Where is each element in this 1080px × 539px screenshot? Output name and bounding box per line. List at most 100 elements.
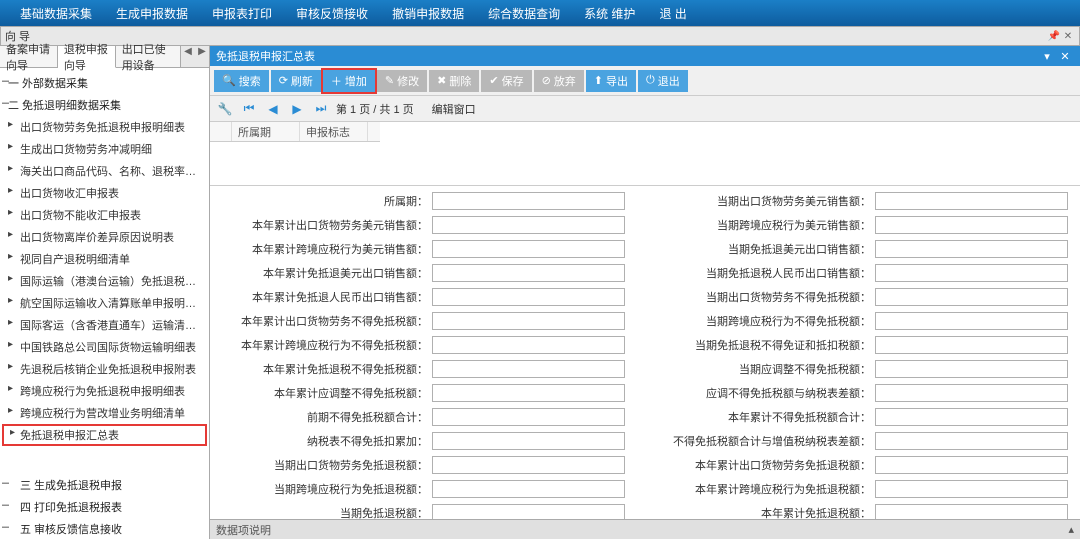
footer-bar: 数据项说明 ▴ [210,519,1080,539]
wrench-icon[interactable]: 🔧 [216,100,234,118]
first-page-icon[interactable]: ⏮ [240,100,258,118]
form-label: 当期免抵退税人民币出口销售额： [665,265,875,281]
grid-header: 所属期 申报标志 [210,122,380,142]
menu-item[interactable]: 系统 维护 [572,5,647,22]
tree-item[interactable]: 出口货物收汇申报表 [2,182,207,204]
close-icon[interactable]: ✕ [1056,50,1074,63]
form-input[interactable] [875,384,1068,402]
grid-col[interactable]: 所属期 [232,122,300,141]
tree-item[interactable]: 海关出口商品代码、名称、退税率调整对应表 [2,160,207,182]
menu-item[interactable]: 撤销申报数据 [380,5,476,22]
form-input[interactable] [432,384,625,402]
tree-group[interactable]: 三 生成免抵退税申报 [2,474,207,496]
tab-prev-icon[interactable]: ◀ [181,46,195,67]
tree-item[interactable]: 先退税后核销企业免抵退税申报附表 [2,358,207,380]
form-row: 本年累计免抵退税不得免抵税额： [222,358,625,380]
export-icon: ⬆ [594,74,603,87]
form-input[interactable] [432,192,625,210]
menu-item[interactable]: 综合数据查询 [476,5,572,22]
menu-item[interactable]: 退 出 [647,5,698,22]
menu-item[interactable]: 基础数据采集 [8,5,104,22]
form-label: 所属期： [222,193,432,209]
form-input[interactable] [432,360,625,378]
tree-item[interactable]: 国际运输（港澳台运输）免抵退税申报明细表 [2,270,207,292]
form-row: 本年累计跨境应税行为不得免抵税额： [222,334,625,356]
tab[interactable]: 退税申报向导 [58,46,116,68]
form-label: 当期出口货物劳务美元销售额： [665,193,875,209]
edit-window-label: 编辑窗口 [432,101,476,117]
close-icon[interactable]: ✕ [1061,29,1075,43]
form-input[interactable] [875,240,1068,258]
form-input[interactable] [432,312,625,330]
refresh-button[interactable]: ⟳刷新 [271,70,321,92]
form-row: 本年累计跨境应税行为美元销售额： [222,238,625,260]
form-input[interactable] [875,336,1068,354]
tree-item-summary[interactable]: 免抵退税申报汇总表 [2,424,207,446]
content-title: 免抵退税申报汇总表 [216,48,1038,64]
form-input[interactable] [875,288,1068,306]
form-row: 本年累计出口货物劳务美元销售额： [222,214,625,236]
form-row: 本年累计不得免抵税额合计： [665,406,1068,428]
form-input[interactable] [432,480,625,498]
tree-item[interactable]: 国际客运（含香港直通车）运输清算组件明细表 [2,314,207,336]
menu-item[interactable]: 申报表打印 [200,5,284,22]
minimize-icon[interactable]: ▾ [1038,50,1056,63]
tree-group[interactable]: 五 审核反馈信息接收 [2,518,207,539]
tree-group[interactable]: 四 打印免抵退税报表 [2,496,207,518]
form-row: 当期免抵退美元出口销售额： [665,238,1068,260]
tab[interactable]: 出口已使用设备 [116,46,181,67]
form-input[interactable] [875,360,1068,378]
form-input[interactable] [432,456,625,474]
tree-item[interactable]: 出口货物不能收汇申报表 [2,204,207,226]
tree-item[interactable]: 跨境应税行为营改增业务明细清单 [2,402,207,424]
next-page-icon[interactable]: ▶ [288,100,306,118]
pin-icon[interactable]: 📌 [1047,29,1061,43]
tree-item[interactable]: 出口货物劳务免抵退税申报明细表 [2,116,207,138]
form-row: 应调不得免抵税额与纳税表差额： [665,382,1068,404]
form-input[interactable] [875,432,1068,450]
form-input[interactable] [432,432,625,450]
form-input[interactable] [875,192,1068,210]
expand-icon[interactable]: ▴ [1068,523,1074,536]
form-input[interactable] [875,504,1068,519]
form-input[interactable] [432,504,625,519]
form-label: 本年累计出口货物劳务美元销售额： [222,217,432,233]
form-input[interactable] [875,216,1068,234]
last-page-icon[interactable]: ⏭ [312,100,330,118]
export-button[interactable]: ⬆导出 [586,70,636,92]
form-input[interactable] [432,336,625,354]
exit-button[interactable]: ⏻退出 [638,70,688,92]
tree-item[interactable]: 跨境应税行为免抵退税申报明细表 [2,380,207,402]
tree-item[interactable]: 出口货物离岸价差异原因说明表 [2,226,207,248]
tab[interactable]: 备案申请向导 [0,46,58,67]
form-input[interactable] [432,240,625,258]
form-input[interactable] [875,480,1068,498]
menu-item[interactable]: 审核反馈接收 [284,5,380,22]
form-input[interactable] [875,312,1068,330]
form-input[interactable] [875,456,1068,474]
tree-group[interactable]: 二 免抵退明细数据采集 [2,94,207,116]
add-button[interactable]: ＋增加 [323,70,375,92]
tree-item[interactable]: 中国铁路总公司国际货物运输明细表 [2,336,207,358]
form-input[interactable] [432,408,625,426]
prev-page-icon[interactable]: ◀ [264,100,282,118]
form-input[interactable] [875,408,1068,426]
form-label: 当期免抵退税额： [222,505,432,519]
tree-item[interactable]: 生成出口货物劳务冲减明细 [2,138,207,160]
menu-item[interactable]: 生成申报数据 [104,5,200,22]
form-row: 本年累计跨境应税行为免抵退税额： [665,478,1068,500]
tree: 一 外部数据采集 二 免抵退明细数据采集 出口货物劳务免抵退税申报明细表 生成出… [0,68,209,539]
tab-next-icon[interactable]: ▶ [195,46,209,67]
grid-col[interactable]: 申报标志 [300,122,368,141]
form-input[interactable] [875,264,1068,282]
form-row: 所属期： [222,190,625,212]
search-icon: 🔍 [222,74,236,87]
form-input[interactable] [432,216,625,234]
tree-item[interactable]: 视同自产退税明细清单 [2,248,207,270]
form-input[interactable] [432,264,625,282]
search-button[interactable]: 🔍搜索 [214,70,269,92]
tree-item[interactable]: 航空国际运输收入清算账单申报明细表 [2,292,207,314]
form-input[interactable] [432,288,625,306]
discard-icon: ⊘ [542,74,551,87]
tree-group[interactable]: 一 外部数据采集 [2,72,207,94]
